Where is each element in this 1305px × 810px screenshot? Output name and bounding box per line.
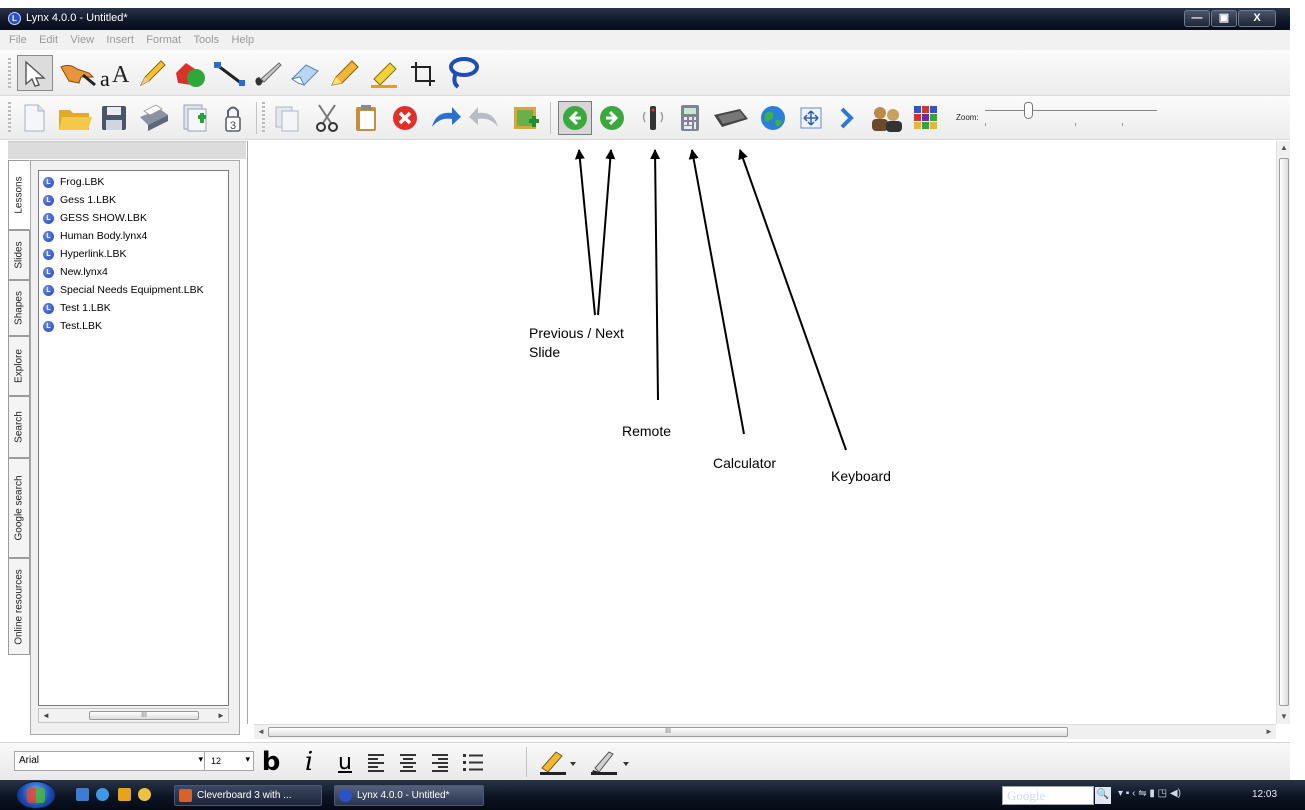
- start-button[interactable]: [16, 781, 56, 809]
- system-tray[interactable]: ▾ ▪ ‹ ⇋ ▮ ◳ ◀): [1118, 788, 1181, 799]
- lynx-app-icon: [339, 789, 352, 802]
- fill-color-button[interactable]: [586, 747, 634, 777]
- align-center-button[interactable]: [396, 747, 420, 777]
- font-value: Arial: [19, 755, 40, 766]
- media-player-icon[interactable]: [118, 788, 131, 801]
- italic-button[interactable]: i: [298, 747, 320, 777]
- bold-button[interactable]: b: [260, 747, 282, 777]
- search-icon[interactable]: 🔍: [1095, 787, 1111, 804]
- bullet-list-icon: [463, 754, 483, 771]
- annotation-arrows: [574, 149, 847, 451]
- remote-callout: Remote: [622, 423, 672, 439]
- chevron-down-icon: ▾: [245, 754, 250, 764]
- underline-button[interactable]: u: [334, 747, 356, 777]
- messenger-icon[interactable]: [138, 788, 151, 801]
- keyboard-callout: Keyboard: [831, 468, 891, 484]
- taskbar-button-lynx[interactable]: Lynx 4.0.0 - Untitled*: [334, 785, 484, 806]
- cleverboard-icon: [179, 789, 192, 802]
- arrow-next: [597, 149, 616, 316]
- arrow-calculator: [688, 149, 745, 435]
- search-placeholder: Google: [1007, 788, 1046, 803]
- align-left-button[interactable]: [364, 747, 388, 777]
- google-search-box[interactable]: Google 🔍: [1002, 786, 1111, 805]
- fill-color-brush-icon: [591, 751, 629, 775]
- align-left-icon: [368, 754, 384, 772]
- text-color-pen-icon: [540, 751, 576, 775]
- align-center-icon: [400, 754, 416, 772]
- font-select[interactable]: Arial ▾: [14, 751, 206, 771]
- windows-taskbar: Cleverboard 3 with ... Lynx 4.0.0 - Unti…: [0, 780, 1305, 810]
- align-right-icon: [432, 754, 448, 772]
- calculator-callout: Calculator: [713, 455, 777, 471]
- taskbar-button-label: Lynx 4.0.0 - Untitled*: [357, 790, 450, 801]
- arrow-previous: [574, 149, 596, 316]
- text-color-button[interactable]: [536, 747, 580, 777]
- taskbar-button-label: Cleverboard 3 with ...: [197, 790, 292, 801]
- font-size-select[interactable]: 12 ▾: [204, 751, 254, 771]
- arrow-keyboard: [738, 149, 847, 451]
- internet-explorer-icon[interactable]: [96, 788, 109, 801]
- font-size-value: 12: [211, 756, 222, 766]
- chevron-down-icon: ▾: [198, 754, 203, 764]
- taskbar-button-cleverboard[interactable]: Cleverboard 3 with ...: [174, 785, 322, 806]
- windows-logo-icon: [27, 788, 45, 803]
- toolbar-separator: [526, 747, 527, 777]
- show-desktop-icon[interactable]: [76, 788, 89, 801]
- bullet-list-button[interactable]: [460, 747, 486, 777]
- format-toolbar: Arial ▾ 12 ▾ b i u: [0, 742, 1290, 780]
- clock[interactable]: 12:03: [1252, 789, 1277, 800]
- align-right-button[interactable]: [428, 747, 452, 777]
- arrow-remote: [650, 149, 661, 401]
- prev-next-callout: Previous / Next Slide: [529, 325, 624, 360]
